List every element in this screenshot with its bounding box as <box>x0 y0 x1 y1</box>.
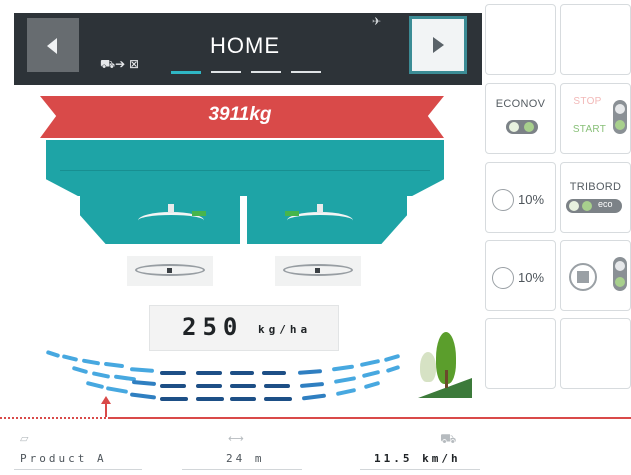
application-rate-display[interactable]: 250 kg/ha <box>149 305 339 351</box>
auto-weigh-toggle[interactable] <box>560 240 631 311</box>
page-indicator-3 <box>251 71 281 73</box>
right-limit-button[interactable]: 10% <box>485 240 556 311</box>
screen: HOME ⛟➔ ⊠ ✈ ECONOV STOP START 10% TRIBOR… <box>0 0 631 475</box>
tractor-link-icon: ⛟➔ ⊠ <box>100 57 140 71</box>
right-limit-value: 10% <box>518 270 545 285</box>
spread-right-icon <box>492 267 514 289</box>
forward-speed[interactable]: 11.5 km/h <box>374 452 461 465</box>
weigh-cycle-icon <box>569 263 597 291</box>
chevron-left-icon <box>47 38 57 54</box>
left-flow-gauge <box>138 204 206 229</box>
rate-value: 250 <box>182 313 244 341</box>
hopper-weight: 3911kg <box>208 104 272 125</box>
tribord-label: TRIBORD <box>569 181 622 193</box>
left-disc-icon <box>127 256 213 286</box>
empty-slot-3[interactable] <box>485 318 556 389</box>
product-name[interactable]: Product A <box>20 452 107 465</box>
empty-slot-4[interactable] <box>560 318 631 389</box>
tribord-toggle[interactable]: TRIBORD eco <box>560 162 631 233</box>
econov-switch[interactable] <box>506 120 538 134</box>
eco-label: eco <box>598 199 613 209</box>
rate-unit: kg/ha <box>258 323 312 336</box>
stop-start-toggle[interactable]: STOP START <box>560 83 631 154</box>
working-width-icon: ⟷ <box>228 432 244 445</box>
right-disc-icon <box>275 256 361 286</box>
tribord-switch[interactable]: eco <box>566 199 622 213</box>
field-border-icon <box>414 330 472 400</box>
right-flow-gauge <box>285 204 353 229</box>
page-indicator-1 <box>171 71 201 74</box>
weigh-switch[interactable] <box>613 257 627 291</box>
econov-label: ECONOV <box>495 98 546 110</box>
satellite-icon: ✈ <box>372 15 382 28</box>
page-title: HOME <box>210 33 280 58</box>
next-page-button[interactable] <box>409 16 467 74</box>
hopper-body <box>46 140 444 196</box>
status-bar: ▱ Product A ⟷ 24 m ⛟ 11.5 km/h <box>0 419 631 475</box>
start-switch[interactable] <box>613 100 627 134</box>
left-limit-button[interactable]: 10% <box>485 162 556 233</box>
product-icon: ▱ <box>20 432 29 445</box>
spread-left-icon <box>492 189 514 211</box>
empty-slot-1[interactable] <box>485 4 556 75</box>
function-grid: ECONOV STOP START 10% TRIBORD eco 10% <box>483 4 631 400</box>
page-indicator-4 <box>291 71 321 73</box>
page-indicator-2 <box>211 71 241 73</box>
working-width[interactable]: 24 m <box>226 452 265 465</box>
left-limit-value: 10% <box>518 192 545 207</box>
empty-slot-2[interactable] <box>560 4 631 75</box>
tractor-speed-icon: ⛟ <box>440 432 457 447</box>
chevron-right-icon <box>433 37 444 53</box>
econov-toggle[interactable]: ECONOV <box>485 83 556 154</box>
header-bar: HOME ⛟➔ ⊠ ✈ <box>14 13 482 85</box>
previous-page-button[interactable] <box>27 18 79 72</box>
